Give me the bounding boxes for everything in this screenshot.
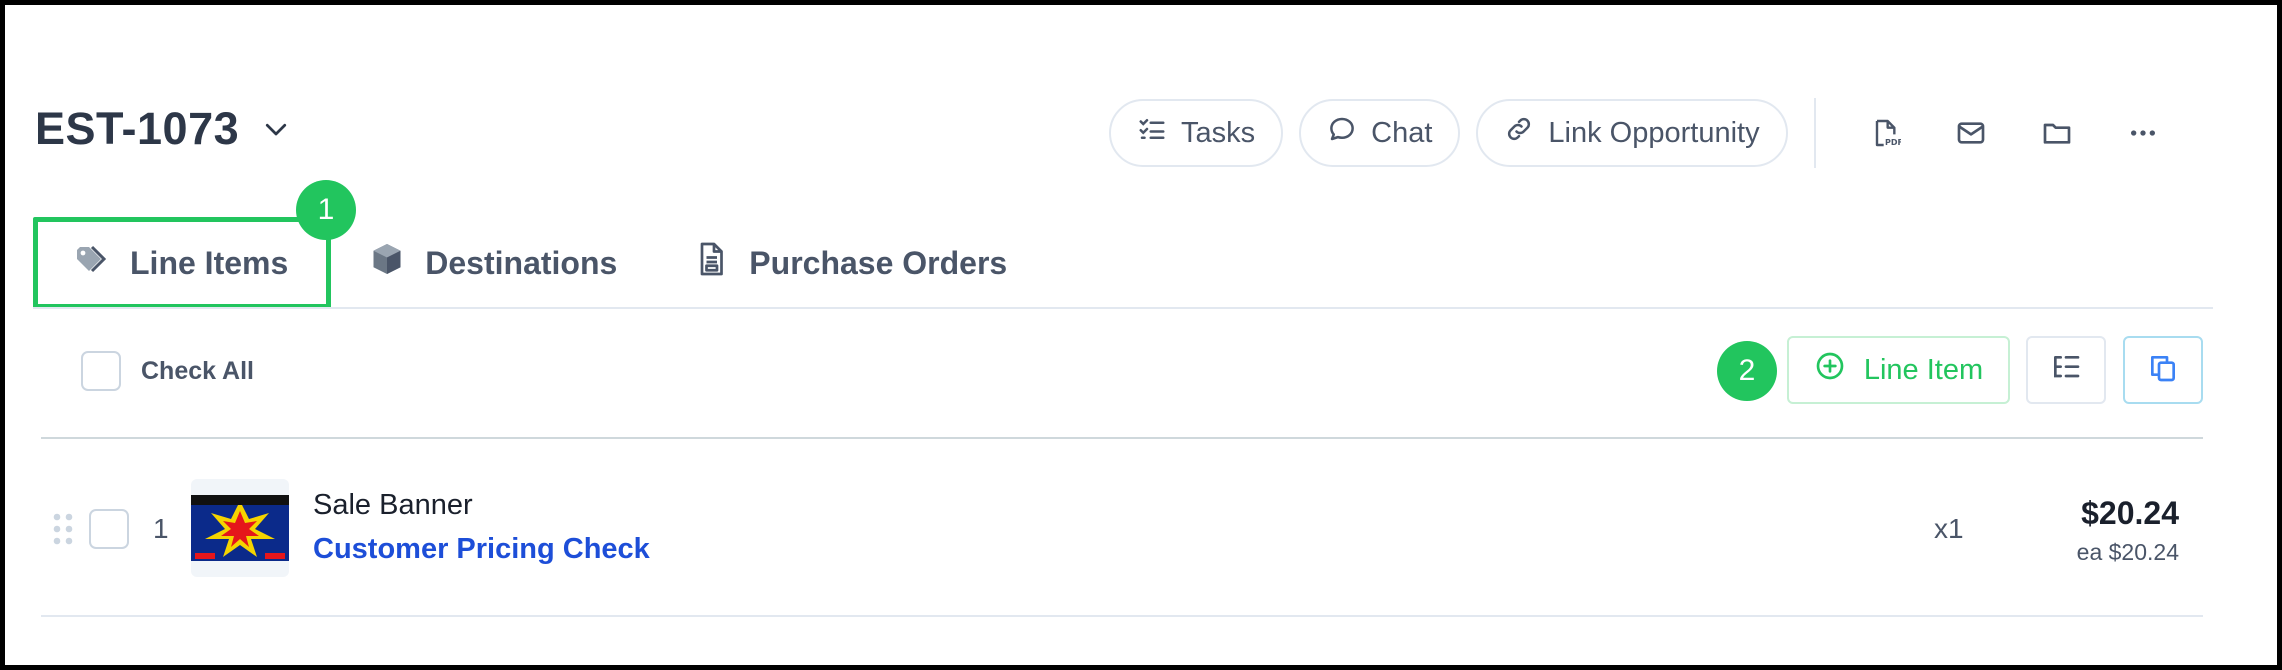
customer-pricing-link[interactable]: Customer Pricing Check [313,533,650,566]
item-quantity: x1 [1934,513,1964,544]
drag-handle-icon[interactable] [51,511,75,547]
chat-label: Chat [1371,116,1433,149]
tab-label: Purchase Orders [749,244,1008,281]
plus-circle-icon [1814,350,1846,390]
tab-label: Destinations [425,244,618,281]
box-icon [369,241,405,285]
divider [1813,98,1816,168]
chat-icon [1327,114,1357,152]
mail-icon[interactable] [1936,99,2006,167]
pdf-icon[interactable]: PDF [1850,99,1920,167]
header-actions: Tasks Chat Link Opportunity PDF [1109,98,2178,168]
add-line-item-label: Line Item [1863,353,1984,386]
tabs-divider [33,307,2213,309]
tab-destinations[interactable]: Destinations [331,217,655,309]
row-number: 1 [153,513,169,544]
tab-bar: Line Items Destinations Purchase Orders [33,217,1045,309]
check-all-label: Check All [141,356,255,385]
tab-purchase-orders[interactable]: Purchase Orders [655,217,1045,309]
app-frame: EST-1073 Tasks Chat Link Opportunity PDF [0,0,2282,670]
row-checkbox[interactable] [89,509,129,549]
tree-view-button[interactable] [2026,336,2106,404]
more-icon[interactable] [2108,99,2178,167]
row-divider [41,615,2203,617]
table-row[interactable]: 1 Sale Banner Customer Pricing Check x1 … [41,445,2203,613]
svg-text:PDF: PDF [1885,138,1901,147]
toolbar-divider [41,437,2203,439]
chat-button[interactable]: Chat [1299,99,1461,167]
document-icon [693,241,729,285]
item-name: Sale Banner [313,489,473,521]
tasks-button[interactable]: Tasks [1109,99,1284,167]
tag-icon [74,241,110,285]
title-row: EST-1073 [35,103,291,155]
tab-label: Line Items [130,244,289,281]
tree-list-icon [2050,352,2082,389]
copy-icon [2147,352,2179,389]
page-title: EST-1073 [35,103,240,154]
chevron-down-icon[interactable] [261,114,291,144]
tasks-label: Tasks [1181,116,1256,149]
add-line-item-button[interactable]: Line Item [1787,336,2010,404]
tasks-icon [1137,114,1167,152]
link-opportunity-button[interactable]: Link Opportunity [1476,99,1788,167]
check-all-checkbox[interactable] [81,351,121,391]
link-opportunity-label: Link Opportunity [1548,116,1760,149]
item-total-price: $20.24 [2081,495,2179,531]
copy-button[interactable] [2123,336,2203,404]
annotation-badge: 1 [296,180,356,240]
check-all[interactable]: Check All [81,351,254,391]
annotation-badge: 2 [1717,341,1777,401]
tab-line-items[interactable]: Line Items [33,217,332,309]
link-icon [1504,114,1534,152]
product-thumbnail[interactable] [191,479,289,577]
item-unit-price: ea $20.24 [2076,539,2179,565]
folder-icon[interactable] [2022,99,2092,167]
